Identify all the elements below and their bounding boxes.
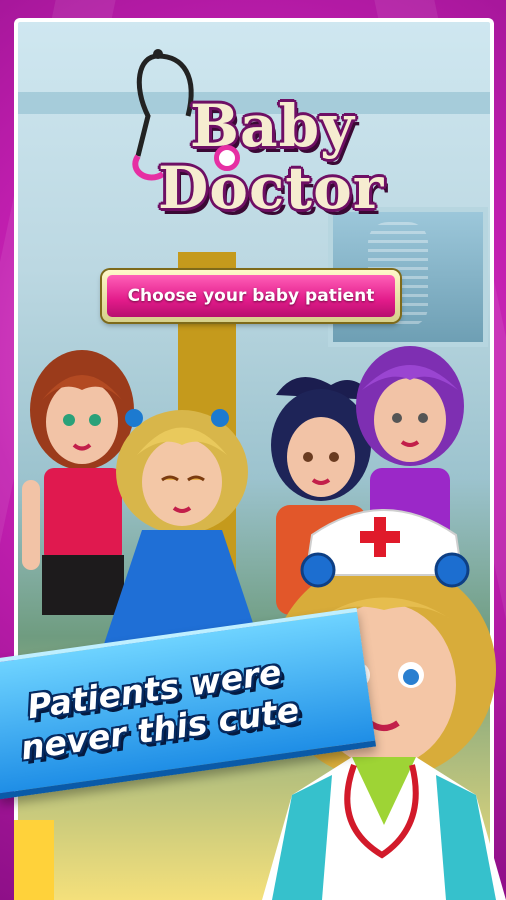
- yellow-corner: [14, 820, 54, 900]
- choose-patient-button[interactable]: Choose your baby patient: [102, 270, 400, 322]
- choose-patient-label: Choose your baby patient: [107, 275, 395, 317]
- magnifier-icon: [214, 145, 240, 171]
- logo-word-doctor: Doctor: [158, 154, 385, 222]
- game-logo: Baby Doctor: [150, 95, 390, 219]
